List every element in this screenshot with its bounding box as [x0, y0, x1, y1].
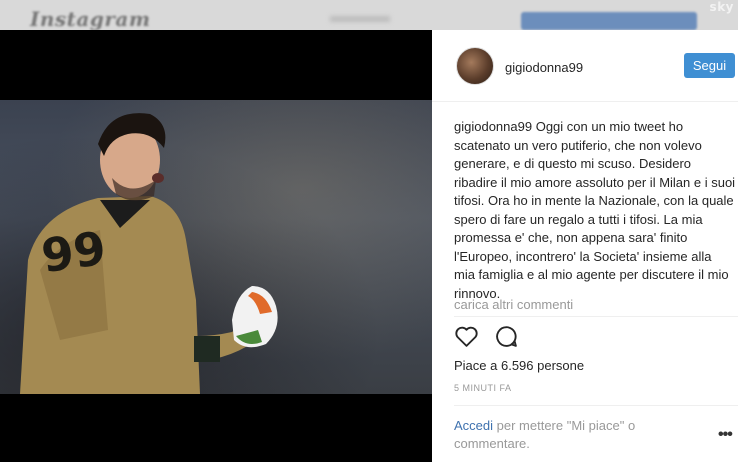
post-username[interactable]: gigiodonna99: [505, 60, 583, 75]
login-link[interactable]: Accedi: [454, 418, 493, 433]
comment-icon[interactable]: [494, 324, 519, 349]
post-timestamp[interactable]: 5 MINUTI FA: [454, 383, 512, 393]
caption-username[interactable]: gigiodonna99: [454, 119, 532, 134]
post-photo[interactable]: 99: [0, 100, 432, 394]
heart-icon[interactable]: [454, 324, 479, 349]
instagram-logo[interactable]: Instagram: [30, 7, 151, 31]
post-header: gigiodonna99 Segui: [432, 30, 738, 102]
divider: [454, 405, 738, 406]
screen: Instagram sky 99 gigiodonna99 Segui gigi…: [0, 0, 738, 462]
header-blurred-text: [330, 16, 390, 22]
caption-text: Oggi con un mio tweet ho scatenato un ve…: [454, 119, 736, 301]
load-more-comments-link[interactable]: carica altri commenti: [454, 297, 573, 312]
header-blurred-button[interactable]: [521, 12, 697, 30]
divider: [454, 316, 738, 317]
login-prompt: Accedi per mettere "Mi piace" o commenta…: [454, 417, 684, 453]
post-caption: gigiodonna99 Oggi con un mio tweet ho sc…: [454, 118, 736, 303]
broadcaster-watermark: sky: [709, 0, 734, 14]
instagram-top-bar: Instagram: [0, 0, 738, 31]
svg-text:99: 99: [38, 221, 109, 283]
avatar[interactable]: [456, 47, 494, 85]
post-detail-panel: gigiodonna99 Segui gigiodonna99 Oggi con…: [432, 30, 738, 462]
follow-button[interactable]: Segui: [684, 53, 735, 78]
goalkeeper-illustration: 99: [20, 113, 278, 394]
likes-count[interactable]: Piace a 6.596 persone: [454, 358, 584, 373]
post-actions: [454, 324, 519, 350]
more-options-icon[interactable]: •••: [718, 426, 733, 444]
